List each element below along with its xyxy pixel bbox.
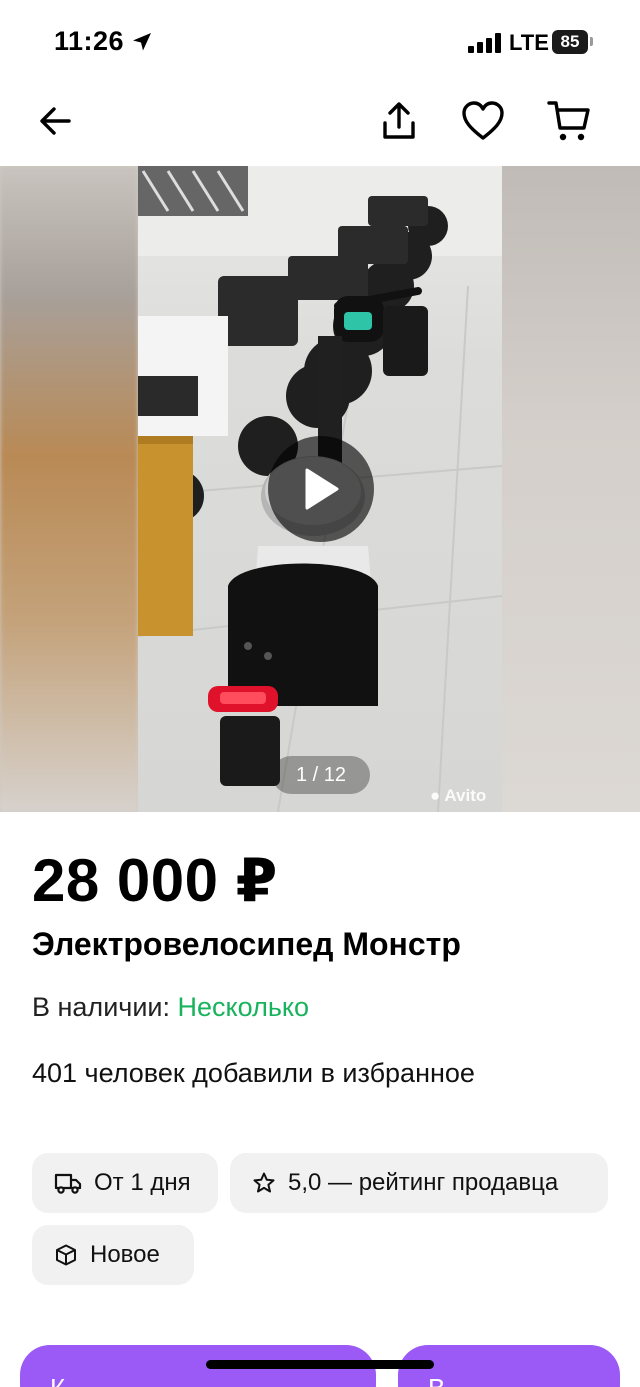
top-nav — [0, 86, 640, 166]
avito-watermark: ● Avito — [430, 786, 486, 806]
battery-indicator: 85 — [552, 30, 588, 54]
play-video-button[interactable] — [268, 436, 374, 542]
delivery-chip-label: От 1 дня — [94, 1169, 191, 1196]
availability: В наличии: Несколько — [32, 992, 309, 1023]
seller-rating-chip[interactable]: 5,0 — рейтинг продавца — [230, 1153, 608, 1213]
product-price: 28 000 ₽ — [32, 847, 278, 914]
battery-tip — [590, 37, 593, 46]
watermark-text: Avito — [444, 786, 487, 805]
favorite-button[interactable] — [458, 96, 508, 146]
back-arrow-icon — [40, 107, 71, 135]
secondary-action-label: В — [428, 1373, 445, 1387]
status-bar: 11:26 LTE 85 — [0, 0, 640, 86]
gallery-prev-preview — [0, 166, 138, 812]
back-button[interactable] — [30, 96, 80, 146]
availability-label: В наличии: — [32, 992, 171, 1022]
avito-logo-icon: ● — [430, 786, 445, 805]
seller-rating-label: 5,0 — рейтинг продавца — [288, 1169, 559, 1196]
play-icon — [305, 468, 339, 510]
cart-button[interactable] — [544, 96, 594, 146]
truck-icon — [54, 1173, 82, 1194]
product-title: Электровелосипед Монстр — [32, 926, 461, 962]
delivery-chip[interactable]: От 1 дня — [32, 1153, 218, 1213]
product-gallery[interactable]: 1 / 12 ● Avito — [0, 166, 640, 812]
heart-icon — [462, 101, 504, 140]
condition-chip[interactable]: Новое — [32, 1225, 194, 1285]
network-label: LTE — [509, 30, 549, 55]
signal-bars-icon — [468, 33, 501, 53]
cart-icon — [547, 101, 590, 141]
box-icon — [56, 1244, 76, 1266]
star-icon — [253, 1172, 275, 1193]
favorites-count: 401 человек добавили в избранное — [32, 1058, 475, 1088]
share-icon — [383, 102, 415, 139]
location-arrow-icon — [133, 33, 151, 51]
status-time: 11:26 — [54, 26, 125, 56]
condition-label: Новое — [90, 1241, 160, 1268]
share-button[interactable] — [374, 96, 424, 146]
availability-value: Несколько — [177, 992, 310, 1022]
gallery-next-preview — [502, 166, 640, 812]
home-indicator[interactable] — [206, 1360, 434, 1369]
primary-action-label: К — [50, 1373, 65, 1387]
gallery-page-counter: 1 / 12 — [272, 756, 370, 794]
